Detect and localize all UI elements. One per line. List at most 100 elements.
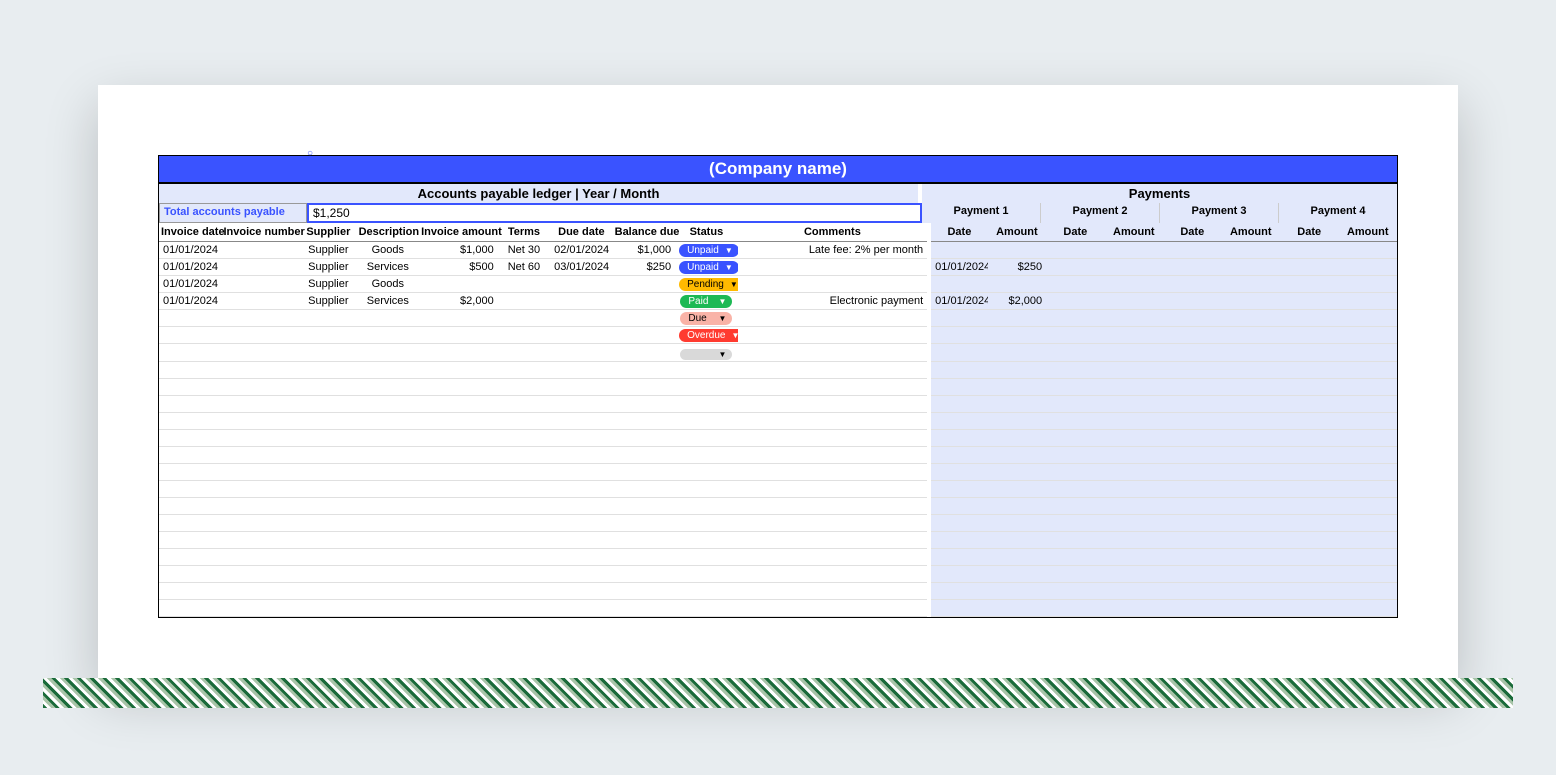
empty-cell[interactable] (675, 531, 738, 548)
total-accounts-payable-value[interactable]: $1,250 (307, 203, 922, 223)
empty-cell[interactable] (1163, 412, 1221, 429)
empty-cell[interactable] (1222, 514, 1280, 531)
empty-cell[interactable] (300, 395, 356, 412)
empty-cell[interactable] (159, 565, 222, 582)
cell-invoice-date[interactable]: 01/01/2024 (159, 259, 222, 276)
cell-invoice-date[interactable]: 01/01/2024 (159, 293, 222, 310)
cell-p4-amount[interactable] (1338, 259, 1397, 276)
empty-cell[interactable] (550, 599, 613, 616)
table-row[interactable] (159, 395, 1397, 412)
empty-cell[interactable] (419, 446, 498, 463)
empty-cell[interactable] (929, 446, 987, 463)
cell-p4-amount[interactable] (1338, 344, 1397, 362)
cell-invoice-number[interactable] (222, 276, 301, 293)
empty-cell[interactable] (300, 514, 356, 531)
empty-cell[interactable] (675, 361, 738, 378)
empty-cell[interactable] (988, 565, 1046, 582)
cell-p1-amount[interactable]: $2,000 (988, 293, 1046, 310)
empty-cell[interactable] (1280, 582, 1338, 599)
empty-cell[interactable] (498, 429, 550, 446)
empty-cell[interactable] (159, 497, 222, 514)
cell-due-date[interactable]: 02/01/2024 (550, 242, 613, 259)
col-balance-due[interactable]: Balance due (613, 223, 676, 242)
empty-cell[interactable] (159, 599, 222, 616)
empty-cell[interactable] (988, 446, 1046, 463)
empty-cell[interactable] (357, 446, 420, 463)
empty-cell[interactable] (1222, 565, 1280, 582)
cell-p1-date[interactable] (929, 242, 987, 259)
cell-comments[interactable]: Late fee: 2% per month (738, 242, 930, 259)
cell-p3-amount[interactable] (1222, 344, 1280, 362)
cell-p4-date[interactable] (1280, 259, 1338, 276)
empty-cell[interactable] (988, 497, 1046, 514)
cell-due-date[interactable] (550, 293, 613, 310)
empty-cell[interactable] (1338, 395, 1397, 412)
empty-cell[interactable] (929, 480, 987, 497)
cell-invoice-number[interactable] (222, 327, 301, 344)
empty-cell[interactable] (613, 599, 676, 616)
empty-cell[interactable] (988, 361, 1046, 378)
ledger-table[interactable]: Invoice date Invoice number Supplier Des… (159, 223, 1397, 617)
empty-cell[interactable] (1105, 497, 1163, 514)
empty-cell[interactable] (1280, 395, 1338, 412)
empty-cell[interactable] (159, 395, 222, 412)
empty-cell[interactable] (1163, 548, 1221, 565)
empty-cell[interactable] (1046, 429, 1104, 446)
empty-cell[interactable] (550, 378, 613, 395)
empty-cell[interactable] (550, 412, 613, 429)
empty-cell[interactable] (1046, 514, 1104, 531)
cell-p2-amount[interactable] (1105, 344, 1163, 362)
col-supplier[interactable]: Supplier (300, 223, 356, 242)
empty-cell[interactable] (159, 582, 222, 599)
cell-due-date[interactable] (550, 276, 613, 293)
empty-cell[interactable] (159, 361, 222, 378)
empty-cell[interactable] (1163, 599, 1221, 616)
empty-cell[interactable] (1222, 378, 1280, 395)
empty-cell[interactable] (738, 480, 930, 497)
empty-cell[interactable] (1338, 446, 1397, 463)
empty-cell[interactable] (1280, 446, 1338, 463)
empty-cell[interactable] (613, 446, 676, 463)
status-pill[interactable]: Unpaid▼ (679, 261, 738, 274)
cell-p1-amount[interactable] (988, 327, 1046, 344)
cell-p1-amount[interactable] (988, 344, 1046, 362)
empty-cell[interactable] (1163, 446, 1221, 463)
empty-cell[interactable] (1105, 599, 1163, 616)
cell-balance-due[interactable] (613, 327, 676, 344)
table-row[interactable] (159, 565, 1397, 582)
empty-cell[interactable] (1105, 395, 1163, 412)
cell-p1-amount[interactable] (988, 242, 1046, 259)
cell-p3-date[interactable] (1163, 327, 1221, 344)
cell-p1-date[interactable] (929, 344, 987, 362)
empty-cell[interactable] (498, 514, 550, 531)
empty-cell[interactable] (1280, 361, 1338, 378)
empty-cell[interactable] (1046, 497, 1104, 514)
cell-p4-date[interactable] (1280, 293, 1338, 310)
cell-p2-date[interactable] (1046, 276, 1104, 293)
empty-cell[interactable] (675, 378, 738, 395)
empty-cell[interactable] (738, 497, 930, 514)
col-p3-date[interactable]: Date (1163, 223, 1221, 242)
empty-cell[interactable] (1046, 463, 1104, 480)
empty-cell[interactable] (1338, 565, 1397, 582)
empty-cell[interactable] (1222, 548, 1280, 565)
empty-cell[interactable] (300, 361, 356, 378)
empty-cell[interactable] (300, 548, 356, 565)
empty-cell[interactable] (357, 565, 420, 582)
empty-cell[interactable] (1163, 531, 1221, 548)
company-name-header[interactable]: (Company name) (159, 156, 1397, 182)
table-row[interactable] (159, 514, 1397, 531)
empty-cell[interactable] (988, 582, 1046, 599)
empty-cell[interactable] (1105, 446, 1163, 463)
empty-cell[interactable] (222, 395, 301, 412)
empty-cell[interactable] (222, 514, 301, 531)
empty-cell[interactable] (159, 378, 222, 395)
empty-cell[interactable] (357, 497, 420, 514)
empty-cell[interactable] (1338, 531, 1397, 548)
col-p4-date[interactable]: Date (1280, 223, 1338, 242)
empty-cell[interactable] (550, 548, 613, 565)
cell-p1-amount[interactable] (988, 276, 1046, 293)
empty-cell[interactable] (988, 531, 1046, 548)
cell-p2-amount[interactable] (1105, 242, 1163, 259)
empty-cell[interactable] (1338, 429, 1397, 446)
